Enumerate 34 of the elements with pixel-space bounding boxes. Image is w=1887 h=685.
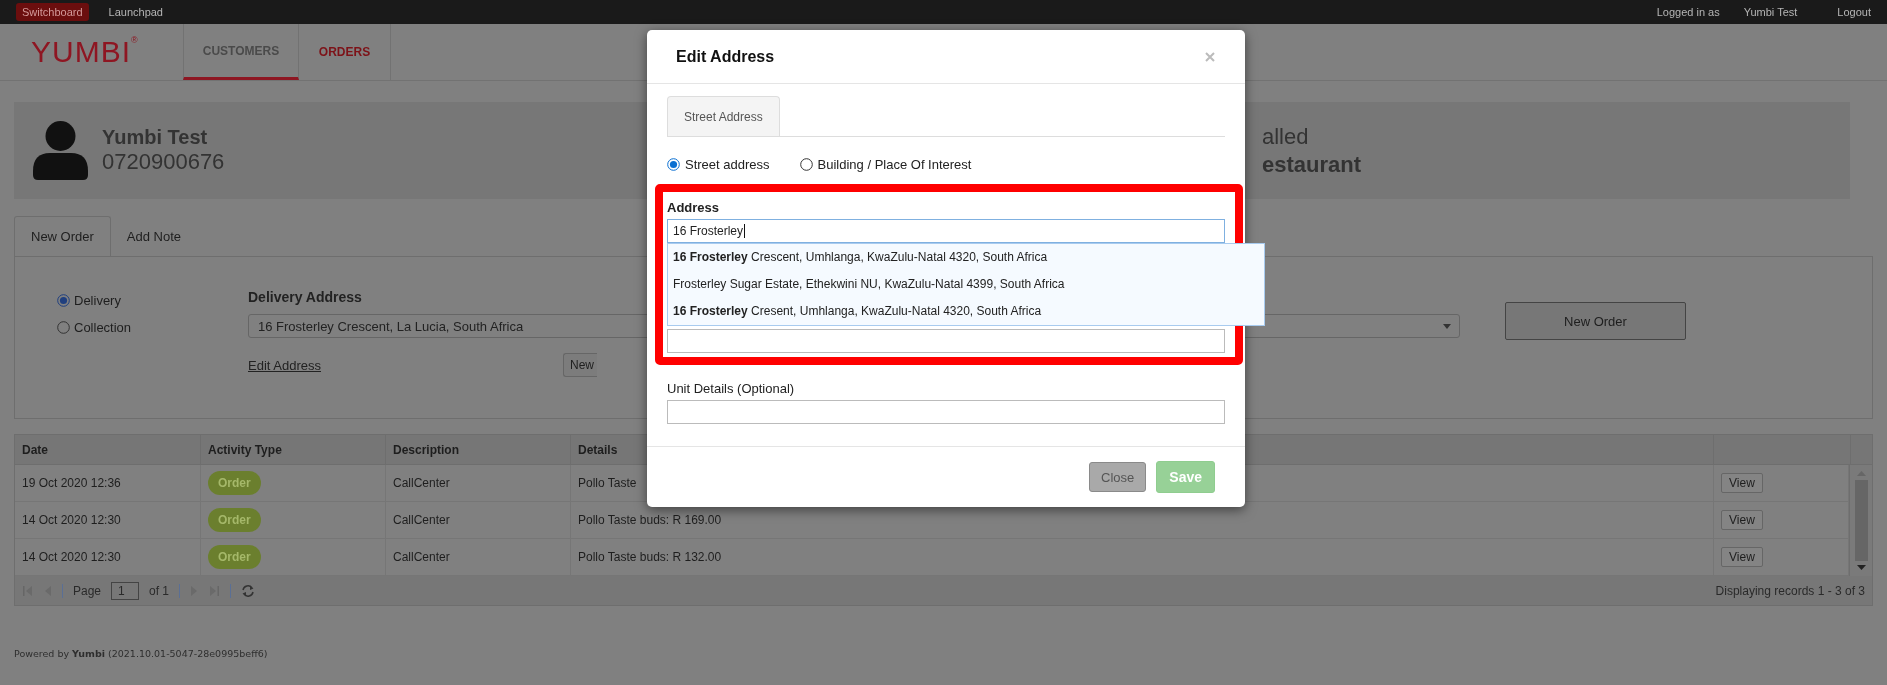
description-cell: CallCenter	[393, 476, 450, 490]
footer-text: Powered by Yumbi (2021.10.01-5047-28e0995beff6)	[14, 648, 268, 659]
description-cell: CallCenter	[393, 513, 450, 527]
page-label: Page	[73, 583, 102, 598]
field-label: Delivery Address	[248, 289, 363, 305]
column-header: Date	[15, 435, 201, 465]
customer-name: Yumbi Test	[102, 126, 209, 149]
radio-label: Delivery	[74, 293, 121, 308]
radio-label: Collection	[74, 320, 132, 335]
call-status-text: alled	[1262, 123, 1310, 150]
date-cell: 14 Oct 2020 12:30	[22, 513, 121, 527]
customer-phone: 0720900676	[102, 149, 225, 175]
page-count: of 1	[149, 583, 170, 598]
details-cell: Pollo Taste buds: R 132.00	[578, 550, 722, 564]
details-cell: Pollo Taste	[578, 476, 637, 490]
field-label: Unit Details (Optional)	[667, 381, 796, 396]
column-header: Description	[386, 435, 571, 465]
activity-badge: Order	[208, 545, 261, 569]
column-header: Activity Type	[201, 435, 386, 465]
description-cell: CallCenter	[393, 550, 450, 564]
field-label: Address	[667, 200, 720, 215]
records-summary: Displaying records 1 - 3 of 3	[1715, 583, 1865, 598]
activity-badge: Order	[208, 471, 261, 495]
radio-label: Street address	[685, 157, 770, 172]
dialog-title: Edit Address	[676, 47, 775, 66]
logo: YUMBI$^{®}$	[31, 35, 139, 69]
details-cell: Pollo Taste buds: R 169.00	[578, 513, 722, 527]
logged-in-label: Logged in as	[1656, 6, 1720, 18]
user-name: Yumbi Test	[1743, 6, 1798, 18]
date-cell: 19 Oct 2020 12:36	[22, 476, 121, 490]
radio-label: Building / Place Of Interest	[817, 157, 972, 172]
restaurant-name: estaurant	[1262, 151, 1363, 178]
activity-badge: Order	[208, 508, 261, 532]
date-cell: 14 Oct 2020 12:30	[22, 550, 121, 564]
